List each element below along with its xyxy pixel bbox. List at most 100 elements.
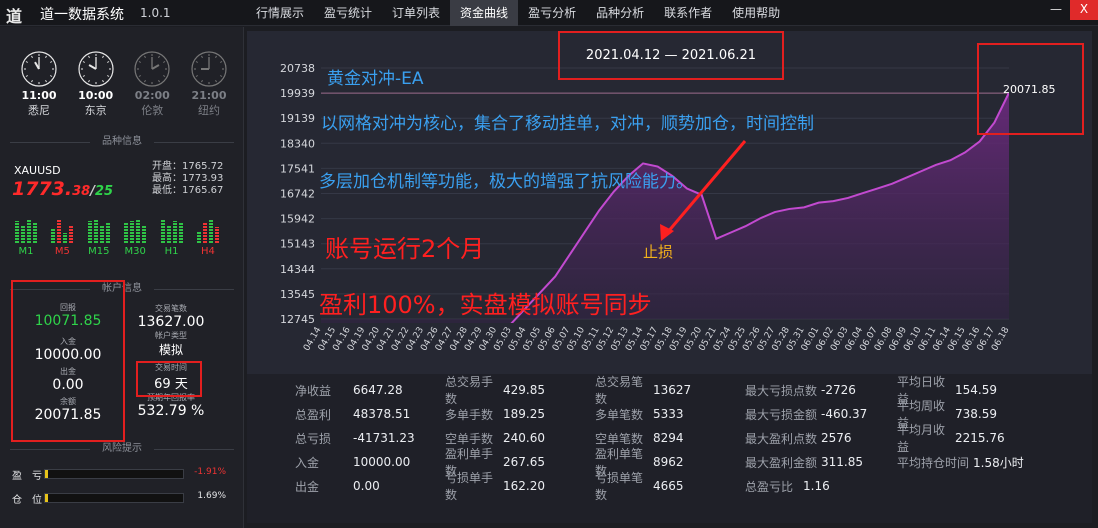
- stat-label: 多单手数: [445, 407, 494, 422]
- nav-tab[interactable]: 联系作者: [654, 0, 722, 26]
- stats-row: 亏损单手数 162.20: [445, 471, 545, 502]
- deposit-label: 入金: [60, 337, 76, 346]
- risk-pl-row: 盈 亏 -1.91%: [12, 467, 234, 482]
- signal-bar: [178, 223, 183, 243]
- statistics-table: 净收益 6647.28 总盈利 48378.51 总亏损 -41731.23 入金 10000…: [247, 374, 1092, 523]
- stats-row: 多单手数 189.25: [445, 402, 545, 426]
- y-tick-label: 18340: [280, 137, 315, 150]
- y-tick-label: 15942: [280, 213, 315, 226]
- signal-bar: [172, 221, 177, 243]
- signal-bar: [202, 223, 207, 243]
- stat-label: 最大亏损点数: [745, 383, 818, 398]
- left-panel: 11:00 悉尼 10:00 东京 02:00 伦敦 21:00 纽约 品种信息…: [0, 27, 244, 528]
- signal-bar: [93, 219, 98, 243]
- stat-value: 189.25: [503, 407, 545, 421]
- low-price: 最低：1765.67: [152, 185, 224, 196]
- signal-bars-icon: [48, 217, 76, 243]
- timeframe-label: M5: [54, 246, 70, 257]
- stat-value: 8294: [653, 431, 684, 445]
- signal-bars-icon: [194, 217, 222, 243]
- y-tick-label: 15143: [280, 238, 315, 251]
- date-range: 2021.04.12 — 2021.06.21: [558, 31, 784, 80]
- stat-value: 5333: [653, 407, 684, 421]
- nav-tab[interactable]: 使用帮助: [722, 0, 790, 26]
- world-clock: 10:00 东京: [71, 51, 121, 118]
- net-profit-item: 回报 10071.85: [13, 302, 123, 329]
- close-button[interactable]: X: [1070, 0, 1098, 20]
- stats-row: 最大盈利点数 2576: [745, 426, 867, 450]
- open-price: 开盘：1765.72: [152, 161, 224, 172]
- clock-city: 纽约: [197, 104, 220, 117]
- account-highlight-box: 回报 10071.85 入金 10000.00 出金 0.00 余额 20071…: [11, 280, 125, 442]
- signal-bar: [33, 223, 37, 243]
- y-tick-label: 12745: [280, 313, 315, 326]
- withdraw-value: 0.00: [52, 377, 84, 393]
- app-window: 道 道一数据系统 1.0.1 行情展示 盈亏统计 订单列表 资金曲线 盈亏分析 品种分析联…: [0, 0, 1098, 528]
- stat-label: 空单手数: [445, 431, 494, 446]
- annual-return-value: 532.79 %: [137, 403, 205, 419]
- clock-face-icon: [134, 51, 170, 87]
- clock-city: 悉尼: [28, 104, 50, 117]
- clock-time: 10:00: [78, 89, 114, 102]
- timeframe-signal: M30: [121, 217, 149, 257]
- high-price: 最高：1773.93: [152, 173, 224, 184]
- signal-bar: [136, 219, 141, 243]
- nav-tab[interactable]: 品种分析: [586, 0, 654, 26]
- main-nav: 行情展示 盈亏统计 订单列表 资金曲线 盈亏分析 品种分析 联系作者 使用帮助: [246, 0, 790, 26]
- stat-value: 10000.00: [353, 455, 411, 469]
- balance-value: 20071.85: [34, 407, 102, 423]
- nav-tab[interactable]: 订单列表: [382, 0, 450, 26]
- current-price: 1773.38/25: [12, 178, 113, 200]
- trades-label: 交易笔数: [155, 304, 187, 313]
- stat-label: 总盈利: [295, 407, 332, 422]
- equity-curve-panel: 20738 19939 19139 18340 17541 16742 15942 15143…: [247, 31, 1092, 523]
- stat-value: 2576: [821, 431, 852, 445]
- stat-value: 738.59: [955, 407, 997, 421]
- stat-value: -460.37: [821, 407, 868, 421]
- stats-row: 最大亏损点数 -2726: [745, 378, 867, 402]
- stat-label: 空单笔数: [595, 431, 644, 446]
- timeframe-signals: M1 M5 M15 M30 H1 H4: [12, 217, 222, 257]
- section-instrument-info: 品种信息: [0, 135, 244, 149]
- stats-row: 出金 0.00: [295, 474, 415, 498]
- equity-chart-area: 20738 19939 19139 18340 17541 16742 15942 15143…: [247, 31, 1092, 361]
- y-tick-label: 16742: [280, 188, 315, 201]
- y-tick-label: 20738: [280, 62, 315, 75]
- risk-pl-fill: [45, 470, 48, 478]
- nav-tab[interactable]: 盈亏统计: [314, 0, 382, 26]
- title-bar: 道 道一数据系统 1.0.1 行情展示 盈亏统计 订单列表 资金曲线 盈亏分析 品种分析联…: [0, 0, 1098, 26]
- stat-label: 总交易手数: [445, 375, 494, 406]
- nav-tab[interactable]: 资金曲线: [450, 0, 519, 26]
- withdraw-item: 出金 0.00: [13, 366, 123, 393]
- annotation-ea-title: 黄金对冲-EA: [327, 69, 424, 89]
- stats-row: 最大亏损金额 -460.37: [745, 402, 867, 426]
- signal-bars-icon: [158, 217, 186, 243]
- section-risk: 风险提示: [0, 442, 244, 456]
- minimize-button[interactable]: —: [1042, 0, 1070, 20]
- stat-label: 最大亏损金额: [745, 407, 818, 422]
- timeframe-signal: H4: [194, 217, 222, 257]
- stat-value: 267.65: [503, 455, 545, 469]
- world-clock: 21:00 纽约: [184, 51, 234, 118]
- signal-bar: [27, 219, 31, 243]
- stats-row: 平均持仓时间 1.58小时: [897, 450, 1024, 474]
- app-version: 1.0.1: [140, 6, 171, 20]
- annotation-description-2: 多层加仓机制等功能，极大的增强了抗风险能力。: [319, 172, 693, 192]
- timeframe-label: H1: [164, 246, 179, 257]
- signal-bar: [166, 225, 171, 243]
- stat-value: 240.60: [503, 431, 545, 445]
- stat-value: 13627: [653, 383, 692, 397]
- app-title: 道一数据系统: [40, 7, 124, 23]
- clock-time: 21:00: [191, 89, 227, 102]
- symbol-name: XAUUSD: [14, 164, 61, 177]
- stat-label: 总交易笔数: [595, 375, 644, 406]
- y-tick-label: 14344: [280, 263, 315, 276]
- stats-row: 净收益 6647.28: [295, 378, 415, 402]
- world-clock: 02:00 伦敦: [127, 51, 177, 118]
- balance-label: 余额: [60, 397, 76, 406]
- y-tick-label: 19939: [280, 87, 315, 100]
- stat-value: 6647.28: [353, 383, 403, 397]
- nav-tab[interactable]: 行情展示: [246, 0, 314, 26]
- nav-tab[interactable]: 盈亏分析: [518, 0, 586, 26]
- y-tick-label: 17541: [280, 162, 315, 175]
